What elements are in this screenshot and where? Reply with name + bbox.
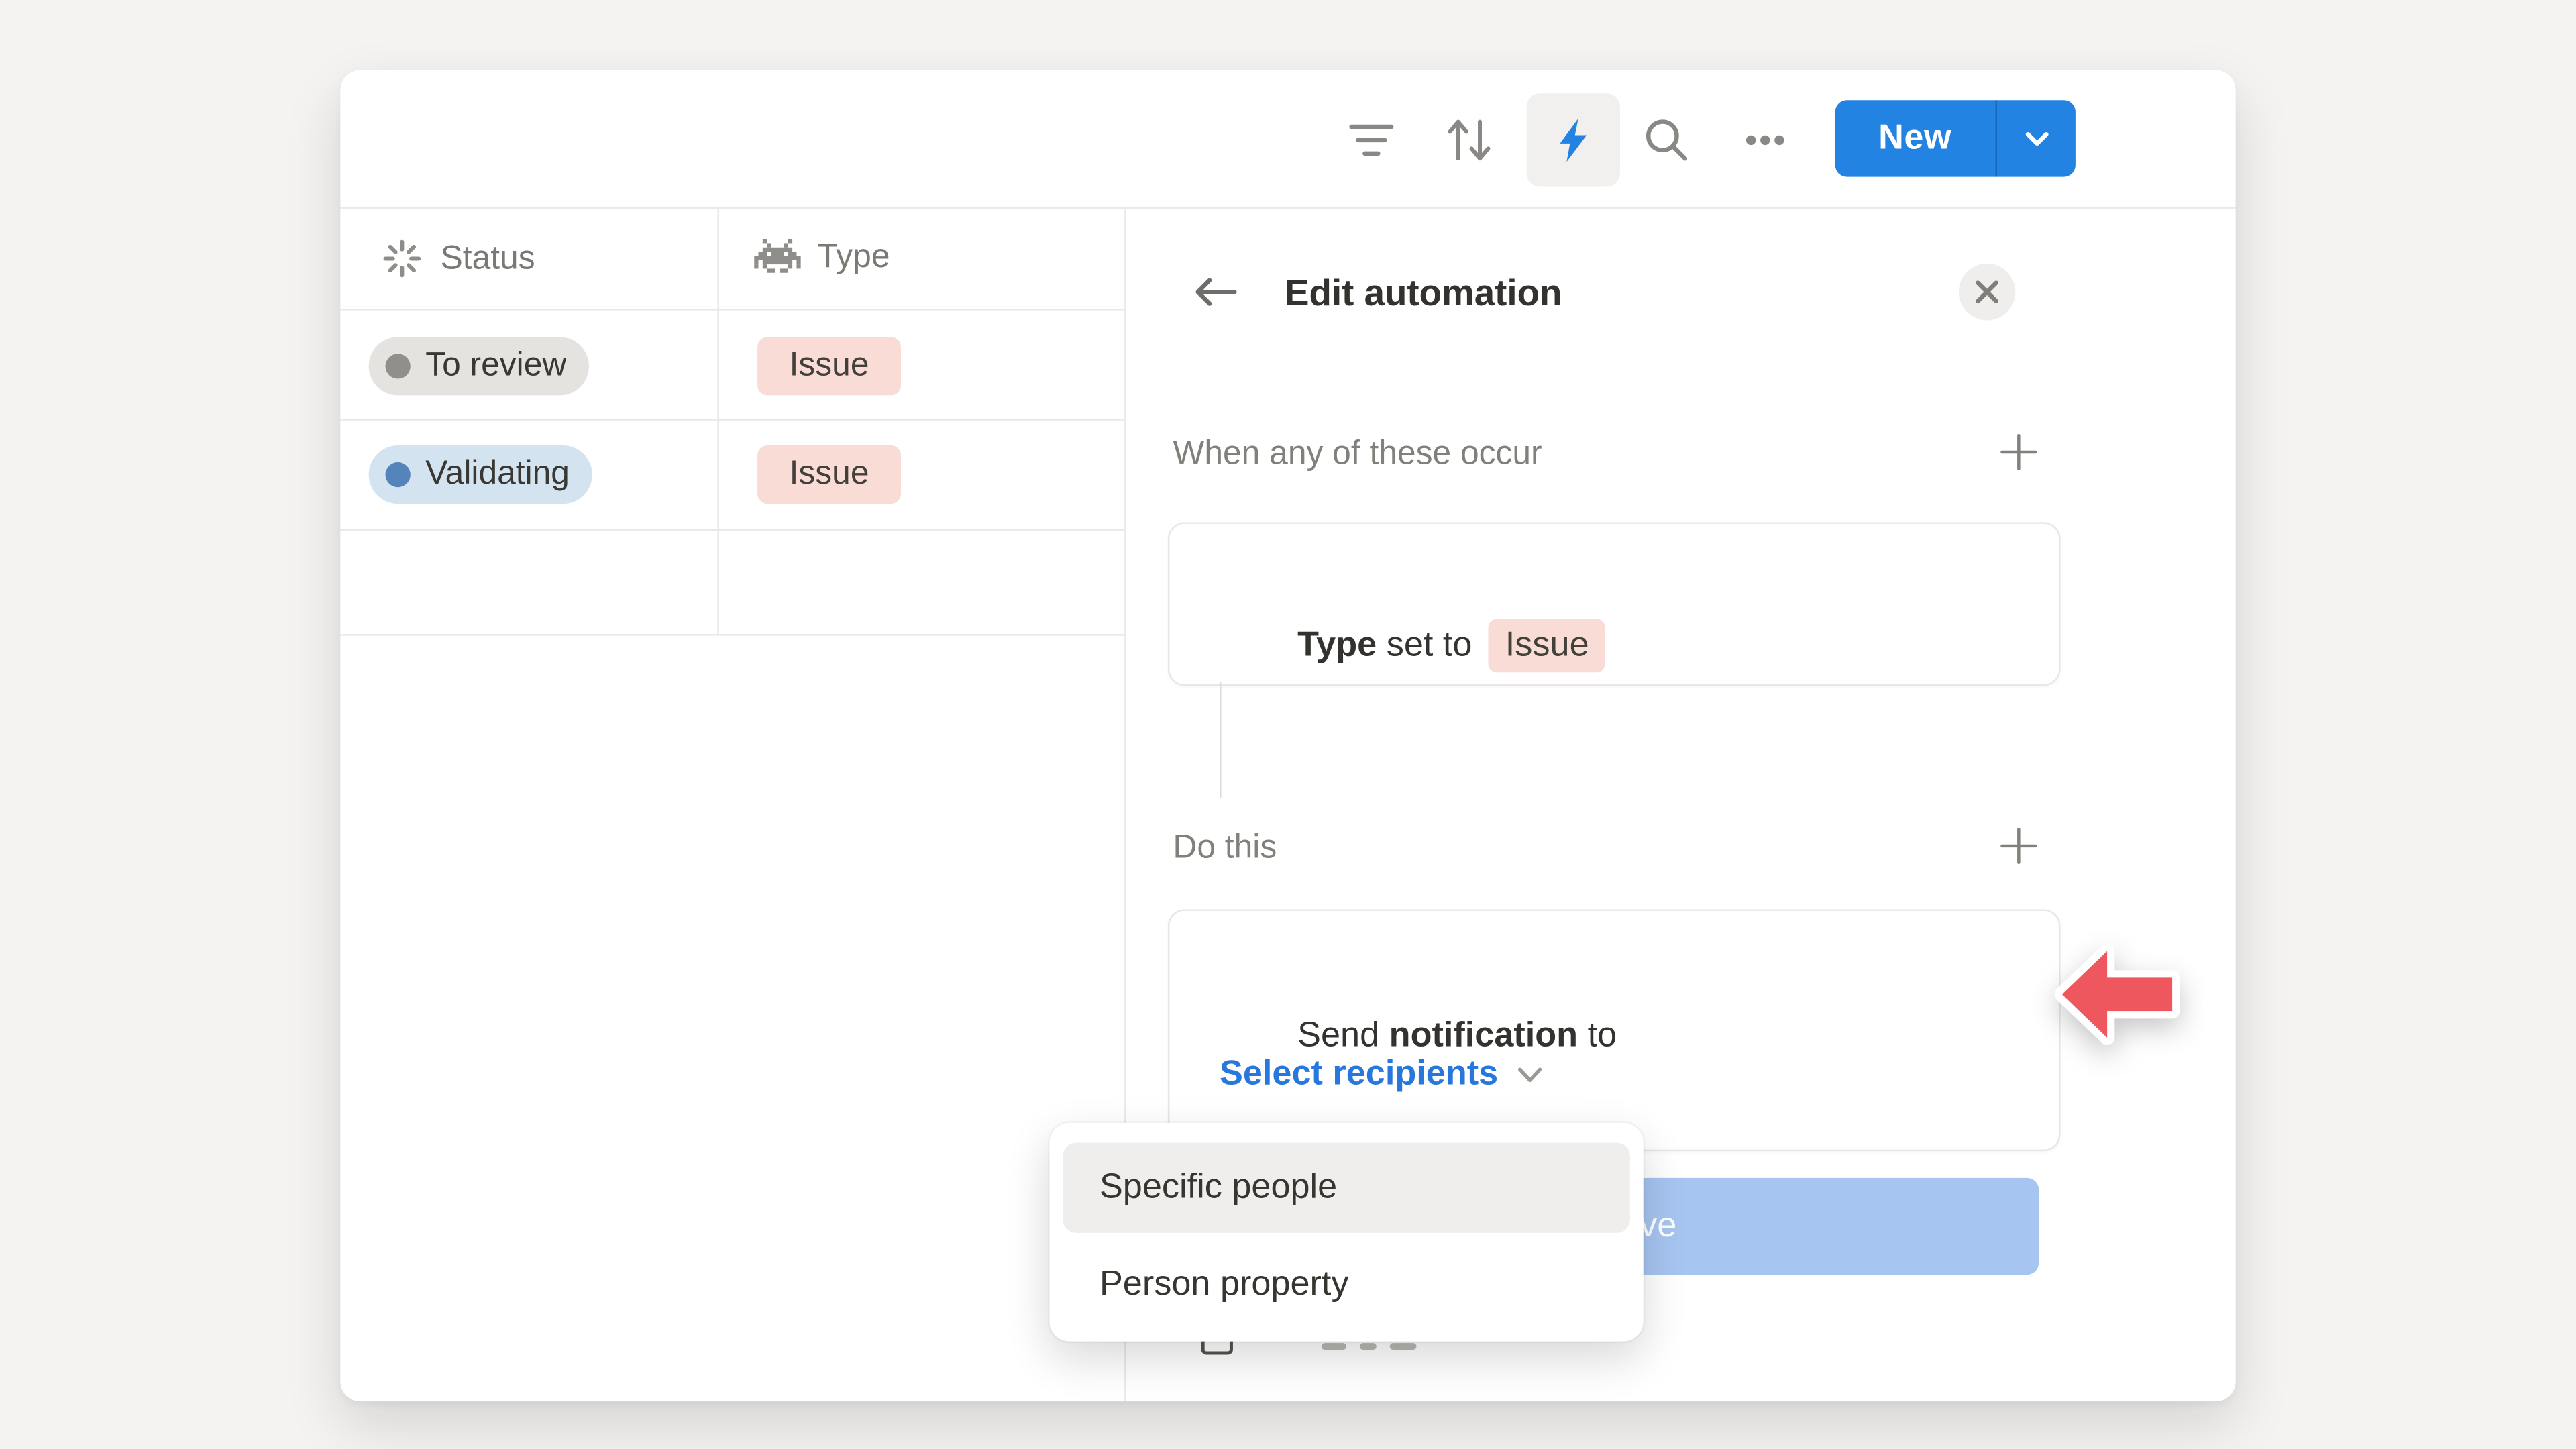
action-card[interactable]: Send notification to Select recipients [1168,909,2061,1151]
chevron-down-icon [2018,120,2055,157]
new-dropdown-button[interactable] [1997,100,2076,176]
automation-bolt-icon [1548,115,1599,166]
hidden-text-fragment [1390,1343,1417,1350]
column-header-label: Type [818,237,890,276]
action-section-label: Do this [1173,829,1277,867]
row-border [340,529,1124,531]
more-icon[interactable] [1735,110,1796,170]
trigger-property: Type [1297,626,1377,664]
menu-item-specific-people[interactable]: Specific people [1063,1143,1630,1233]
status-badge: Validating [369,445,593,504]
column-header-status[interactable]: Status [380,237,535,280]
type-tag: Issue [757,337,901,395]
close-button[interactable] [1959,264,2016,321]
recipients-menu: Specific people Person property [1049,1123,1643,1342]
menu-item-person-property[interactable]: Person property [1063,1240,1630,1330]
send-suffix: to [1578,1016,1617,1055]
status-dot [386,462,411,487]
column-header-label: Status [441,239,535,278]
back-button[interactable] [1191,267,1242,317]
database-window: New [340,70,2235,1401]
type-cell[interactable]: Issue [717,311,1124,419]
select-recipients-dropdown[interactable]: Select recipients [1220,1055,1546,1095]
pointer-arrow-icon [2052,941,2189,1057]
alien-icon [754,237,801,277]
page-title: Edit automation [1285,272,1562,315]
hidden-text-fragment [1360,1343,1377,1350]
chevron-down-icon [1513,1058,1547,1091]
row-border [340,634,1124,636]
trigger-value-tag: Issue [1489,619,1606,673]
search-icon[interactable] [1637,110,1697,170]
status-label: Validating [425,455,570,494]
filter-icon[interactable] [1342,110,1402,170]
select-recipients-label: Select recipients [1220,1055,1498,1095]
menu-item-label: Person property [1099,1265,1349,1305]
sort-icon[interactable] [1438,110,1499,170]
add-trigger-button[interactable] [1998,432,2039,472]
status-burst-icon [380,237,424,280]
type-label: Issue [790,347,869,385]
new-button[interactable]: New [1835,100,1995,176]
column-header-type[interactable]: Type [754,237,890,277]
type-tag: Issue [757,445,901,504]
status-cell[interactable]: Validating [340,421,717,529]
send-prefix: Send [1297,1016,1389,1055]
hidden-text-fragment [1322,1343,1346,1350]
trigger-rule-text: Type set to Issue [1220,579,1605,712]
type-label: Issue [790,455,869,494]
automation-button[interactable] [1527,93,1620,186]
status-badge: To review [369,337,590,395]
trigger-middle: set to [1377,626,1482,664]
status-label: To review [425,347,566,385]
screen: New [0,0,2576,1448]
trigger-section-label: When any of these occur [1173,435,1542,474]
toolbar-divider [340,207,2235,209]
status-dot [386,354,411,378]
type-cell[interactable]: Issue [717,421,1124,529]
new-button-group: New [1835,100,2076,176]
menu-item-label: Specific people [1099,1168,1337,1208]
add-action-button[interactable] [1998,826,2039,866]
trigger-card[interactable]: Type set to Issue [1168,522,2061,686]
status-cell[interactable]: To review [340,311,717,419]
close-icon [1974,278,2000,305]
new-button-label: New [1878,119,1951,159]
flow-connector-line [1220,682,1222,798]
send-bold: notification [1389,1016,1578,1055]
